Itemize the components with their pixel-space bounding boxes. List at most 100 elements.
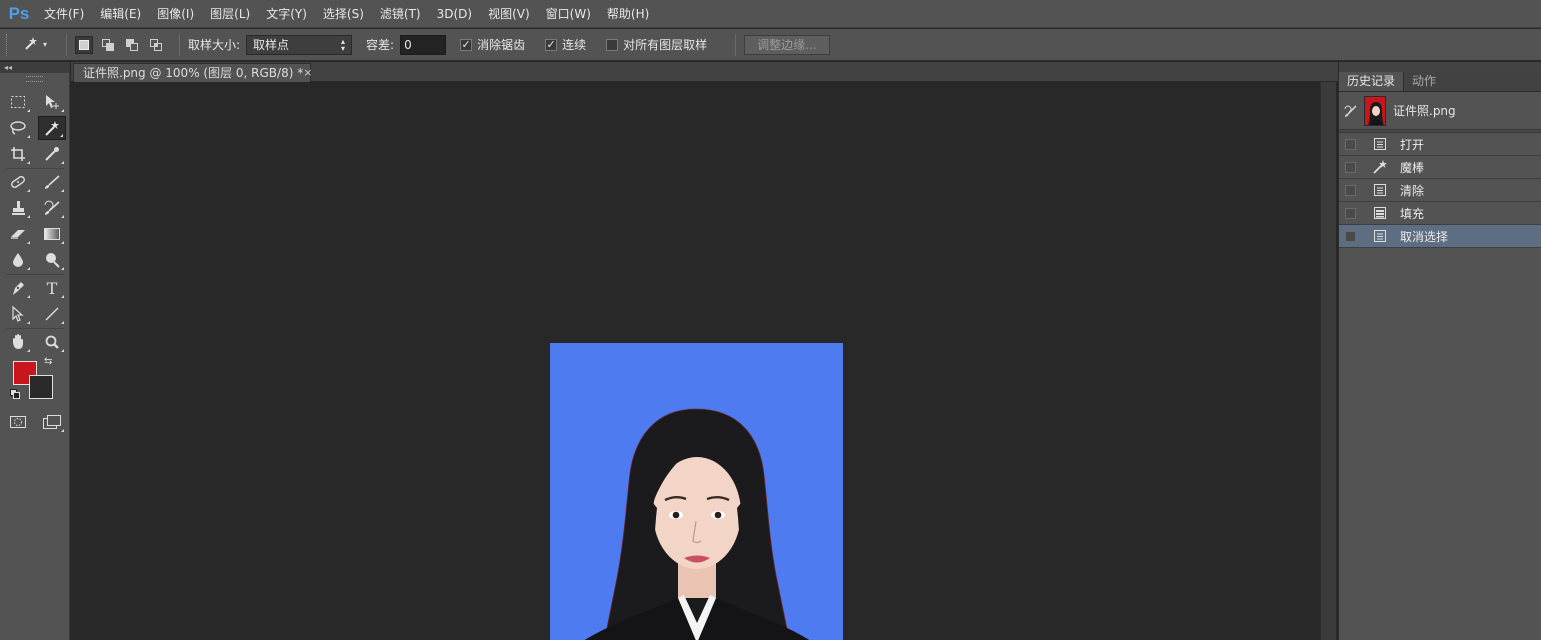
tool-row: [4, 142, 66, 166]
move-tool[interactable]: [38, 90, 66, 114]
type-icon: T: [46, 278, 58, 298]
lasso-tool[interactable]: [4, 116, 32, 140]
options-grip[interactable]: [6, 33, 12, 56]
tool-row: [4, 248, 66, 272]
add-to-selection-button[interactable]: [99, 36, 117, 54]
history-state[interactable]: 填充: [1339, 202, 1541, 225]
tool-row: [4, 330, 66, 354]
history-panel: 历史记录 动作 证件照.png 打开魔棒清除填充取消选择: [1338, 62, 1541, 640]
document-tab[interactable]: 证件照.png @ 100% (图层 0, RGB/8) * ×: [73, 63, 312, 82]
gradient-icon: [44, 228, 60, 240]
line-tool[interactable]: [38, 302, 66, 326]
vertical-scrollbar[interactable]: [1320, 82, 1336, 640]
brush-tool[interactable]: [38, 170, 66, 194]
pen-tool[interactable]: [4, 276, 32, 300]
menu-item[interactable]: 视图(V): [480, 0, 538, 28]
menu-item[interactable]: 窗口(W): [538, 0, 599, 28]
chevron-down-icon: ▾: [43, 40, 48, 49]
id-photo-canvas[interactable]: [550, 343, 843, 640]
document-icon: [1372, 228, 1388, 244]
history-state-label: 填充: [1400, 206, 1425, 221]
menu-item[interactable]: 文件(F): [36, 0, 92, 28]
move-icon: [46, 95, 59, 109]
history-brush-source-icon[interactable]: [1344, 104, 1358, 118]
sample-size-select[interactable]: 取样点 ▴ ▾: [246, 34, 353, 55]
collapse-toolbar-button[interactable]: ◂◂: [0, 62, 69, 73]
photoshop-logo: Ps: [8, 3, 30, 23]
subtract-from-selection-button[interactable]: [123, 36, 141, 54]
tolerance-input[interactable]: 0: [400, 34, 447, 55]
anti-alias-checkbox[interactable]: ✓: [460, 38, 473, 51]
new-selection-button[interactable]: [75, 35, 93, 54]
quick-mask-icon: [10, 416, 26, 428]
intersect-selection-button[interactable]: [147, 36, 165, 54]
crop-tool[interactable]: [4, 142, 32, 166]
path-selection-tool[interactable]: [4, 302, 32, 326]
refine-edge-button[interactable]: 调整边缘...: [744, 34, 830, 55]
default-colors-icon[interactable]: [10, 388, 20, 402]
healing-brush-tool[interactable]: [4, 170, 32, 194]
separator: [6, 168, 64, 169]
history-brush-source-checkbox[interactable]: [1345, 184, 1356, 196]
toolbar-grip[interactable]: [26, 76, 43, 82]
tool-preset-picker[interactable]: ▾: [22, 34, 58, 55]
magic-wand-tool[interactable]: [38, 116, 66, 140]
menu-item[interactable]: 选择(S): [315, 0, 372, 28]
tab-actions[interactable]: 动作: [1404, 72, 1444, 91]
blur-tool[interactable]: [4, 248, 32, 272]
swap-colors-icon[interactable]: ⇆: [44, 356, 52, 367]
gradient-tool[interactable]: [38, 222, 66, 246]
history-brush-source-checkbox[interactable]: [1345, 138, 1356, 150]
hand-icon: [13, 334, 23, 349]
dodge-tool[interactable]: [38, 248, 66, 272]
menu-item[interactable]: 图像(I): [149, 0, 202, 28]
menu-item[interactable]: 图层(L): [202, 0, 258, 28]
contiguous-option[interactable]: ✓ 连续: [545, 36, 592, 53]
menu-item[interactable]: 帮助(H): [599, 0, 657, 28]
marquee-icon: [11, 96, 25, 108]
sample-all-layers-option[interactable]: 对所有图层取样: [606, 36, 713, 53]
options-bar: ▾ 取样大小: 取样点 ▴ ▾ 容差: 0 ✓ 消除锯齿 ✓ 连续 对所有图层取样…: [0, 29, 1541, 61]
portrait-image: [550, 343, 843, 640]
zoom-tool[interactable]: [38, 330, 66, 354]
close-tab-icon[interactable]: ×: [303, 64, 312, 82]
rectangular-marquee-tool[interactable]: [4, 90, 32, 114]
hand-tool[interactable]: [4, 330, 32, 354]
eyedropper-tool[interactable]: [38, 142, 66, 166]
menu-item[interactable]: 滤镜(T): [372, 0, 429, 28]
document-tab-title: 证件照.png @ 100% (图层 0, RGB/8) *: [83, 66, 304, 80]
canvas-area[interactable]: [71, 82, 1320, 640]
eraser-tool[interactable]: [4, 222, 32, 246]
history-state-label: 魔棒: [1400, 160, 1425, 175]
anti-alias-option[interactable]: ✓ 消除锯齿: [460, 36, 531, 53]
history-brush-tool[interactable]: [38, 196, 66, 220]
magic-wand-icon: [1372, 159, 1388, 175]
history-brush-source-checkbox[interactable]: [1345, 230, 1356, 242]
quick-mask-button[interactable]: [4, 410, 32, 434]
tool-row: [4, 170, 66, 194]
history-brush-source-checkbox[interactable]: [1345, 207, 1356, 219]
screen-mode-button[interactable]: [38, 410, 66, 434]
menu-item[interactable]: 编辑(E): [92, 0, 149, 28]
tab-history[interactable]: 历史记录: [1339, 72, 1405, 91]
menu-item[interactable]: 3D(D): [429, 0, 480, 28]
sample-all-layers-checkbox[interactable]: [606, 38, 619, 51]
tolerance-label: 容差:: [366, 38, 395, 52]
eraser-icon: [11, 230, 25, 239]
contiguous-checkbox[interactable]: ✓: [545, 38, 558, 51]
type-tool[interactable]: T: [38, 276, 66, 300]
history-state[interactable]: 清除: [1339, 179, 1541, 202]
background-color-swatch[interactable]: [29, 375, 53, 399]
history-state-label: 清除: [1400, 183, 1425, 198]
history-state[interactable]: 打开: [1339, 133, 1541, 156]
history-state[interactable]: 魔棒: [1339, 156, 1541, 179]
crop-icon: [11, 147, 25, 161]
history-brush-source-checkbox[interactable]: [1345, 161, 1356, 173]
history-state[interactable]: 取消选择: [1339, 225, 1541, 248]
clone-stamp-tool[interactable]: [4, 196, 32, 220]
menu-item[interactable]: 文字(Y): [258, 0, 315, 28]
history-snapshot[interactable]: 证件照.png: [1339, 92, 1541, 130]
anti-alias-label: 消除锯齿: [477, 38, 526, 52]
panel-header: [1339, 62, 1541, 72]
history-state-label: 取消选择: [1400, 229, 1449, 244]
